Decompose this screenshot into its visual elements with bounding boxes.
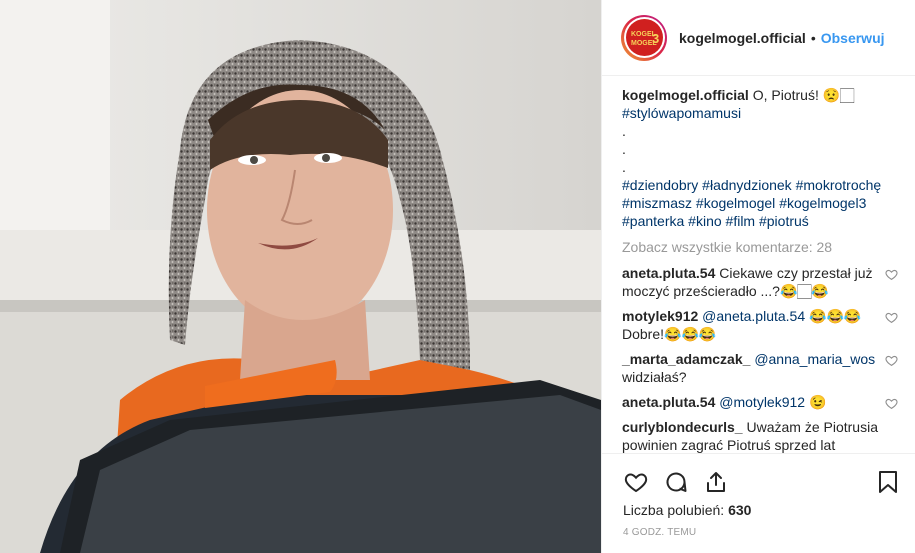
caption-text: O, Piotruś! 😟🏻 [752,87,855,103]
avatar-frame: KOGEL MOGEL 3 [623,17,665,58]
comment-mention[interactable]: @motylek912 [719,394,805,410]
comment-username[interactable]: aneta.pluta.54 [622,265,715,281]
comment-icon[interactable] [656,462,696,502]
hashtag-link[interactable]: #miszmasz [622,195,692,211]
comment-item: aneta.pluta.54 @motylek912 😉 [622,393,912,411]
comment-item: aneta.pluta.54 Ciekawe czy przestał już … [622,264,912,300]
caption: kogelmogel.official O, Piotruś! 😟🏻 #styl… [622,86,912,230]
likes-label: Liczba polubień: [623,502,725,518]
heart-small-icon[interactable] [885,268,898,281]
photo-illustration [0,0,601,553]
hashtag-link[interactable]: #stylówapomamusi [622,105,741,121]
hashtag-link[interactable]: #kogelmogel3 [779,195,866,211]
bookmark-icon[interactable] [868,462,908,502]
likes-number: 630 [728,502,752,518]
post-timestamp[interactable]: 4 GODZ. TEMU [602,527,915,538]
follow-button[interactable]: Obserwuj [821,30,885,46]
kogel-mogel-logo: KOGEL MOGEL 3 [625,19,663,56]
heart-icon[interactable] [616,462,656,502]
action-bar [602,462,915,502]
kogel-mogel-logo-mark: KOGEL MOGEL 3 [631,31,659,47]
comment-username[interactable]: _marta_adamczak_ [622,351,750,367]
hashtag-link[interactable]: #ładnydzionek [702,177,792,193]
comment-username[interactable]: aneta.pluta.54 [622,394,715,410]
heart-small-icon[interactable] [885,354,898,367]
comment-mention[interactable]: @anna_maria_wos [754,351,875,367]
comment-text: widziałaś? [622,369,687,385]
comments-section: kogelmogel.official O, Piotruś! 😟🏻 #styl… [622,86,912,461]
hashtag-link[interactable]: #mokrotrochę [796,177,882,193]
heart-small-icon[interactable] [885,397,898,410]
hashtag-link[interactable]: #film [726,213,756,229]
instagram-post: KOGEL MOGEL 3 kogelmogel.official • Obse… [0,0,915,553]
hashtag-link[interactable]: #piotruś [759,213,809,229]
header-separator: • [810,29,816,46]
caption-dot: . [622,141,626,157]
comment-username[interactable]: motylek912 [622,308,698,324]
comment-mention[interactable]: @aneta.pluta.54 [702,308,805,324]
heart-small-icon[interactable] [885,311,898,324]
caption-dot: . [622,123,626,139]
header-username[interactable]: kogelmogel.official [679,30,806,46]
post-photo[interactable] [0,0,601,553]
view-all-comments-link[interactable]: Zobacz wszystkie komentarze: 28 [622,238,912,256]
share-icon[interactable] [696,462,736,502]
comment-item: curlyblondecurls_ Uważam że Piotrusia po… [622,418,912,454]
post-header: KOGEL MOGEL 3 kogelmogel.official • Obse… [602,0,915,76]
hashtag-link[interactable]: #kogelmogel [696,195,775,211]
avatar[interactable]: KOGEL MOGEL 3 [621,14,667,61]
likes-count[interactable]: Liczba polubień: 630 [602,502,915,518]
hashtag-link[interactable]: #dziendobry [622,177,698,193]
svg-text:3: 3 [652,31,659,46]
post-actions: Liczba polubień: 630 4 GODZ. TEMU [602,453,915,538]
comment-item: _marta_adamczak_ @anna_maria_wos widział… [622,350,912,386]
post-side-panel: KOGEL MOGEL 3 kogelmogel.official • Obse… [601,0,915,553]
hashtag-link[interactable]: #kino [688,213,721,229]
comment-item: motylek912 @aneta.pluta.54 😂😂😂 Dobre!😂😂😂 [622,307,912,343]
caption-username[interactable]: kogelmogel.official [622,87,749,103]
caption-dot: . [622,159,626,175]
comment-username[interactable]: curlyblondecurls_ [622,419,743,435]
comment-text: 😉 [808,394,827,410]
hashtag-link[interactable]: #panterka [622,213,684,229]
